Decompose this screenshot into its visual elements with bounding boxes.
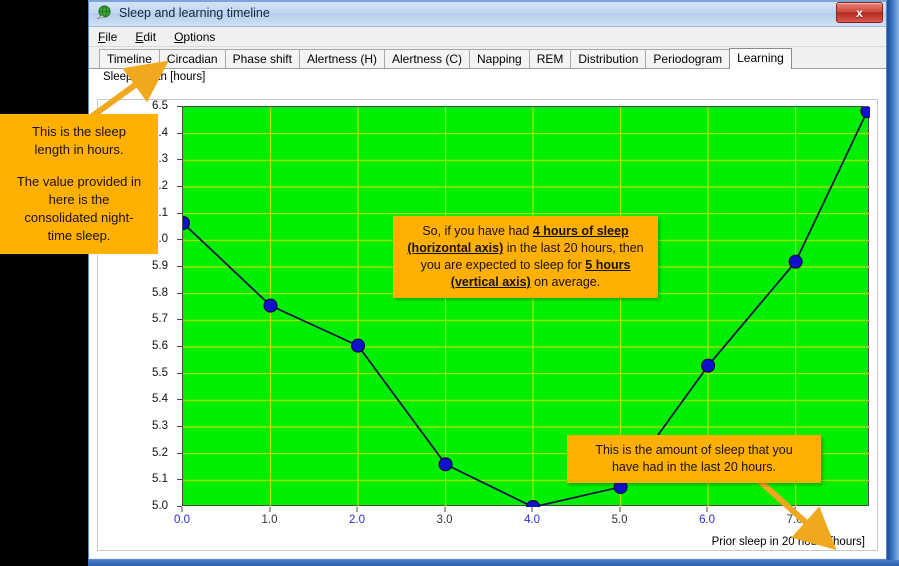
y-tick-mark <box>177 292 182 294</box>
y-tick-label: 5.3 <box>152 420 168 432</box>
y-tick-label: 5.9 <box>152 260 168 272</box>
tab-distribution[interactable]: Distribution <box>570 49 647 68</box>
x-tick-mark <box>444 507 446 512</box>
window-right-border <box>887 0 899 566</box>
x-axis-title: Prior sleep in 20 hours [hours] <box>711 536 865 548</box>
tab-alertness-h[interactable]: Alertness (H) <box>298 49 385 68</box>
x-tick-label: 7.0 <box>786 514 803 526</box>
callout-example-explanation: So, if you have had 4 hours of sleep (ho… <box>393 216 658 298</box>
callout-sleep-length: This is the sleep length in hours. The v… <box>0 114 158 254</box>
x-tick-label: 1.0 <box>261 514 278 526</box>
callout-left-line3: The value provided in <box>16 174 142 189</box>
y-tick-mark <box>177 399 182 401</box>
x-tick-mark <box>356 507 358 512</box>
tab-napping[interactable]: Napping <box>469 49 530 68</box>
window-top-border <box>88 0 887 2</box>
window-title: Sleep and learning timeline <box>119 6 270 20</box>
y-tick-mark <box>177 212 182 214</box>
x-tick-label: 0.0 <box>174 514 190 526</box>
tab-periodogram[interactable]: Periodogram <box>645 49 731 68</box>
menu-item-file[interactable]: File <box>96 29 119 45</box>
x-tick-mark <box>794 507 796 512</box>
y-tick-mark <box>177 266 182 267</box>
y-tick-mark <box>177 372 182 374</box>
callout-bottom-line2: have had in the last 20 hours. <box>611 460 776 474</box>
y-tick-mark <box>177 452 182 454</box>
x-tick-label: 4.0 <box>524 514 541 526</box>
y-tick-label: 5.8 <box>152 286 168 299</box>
y-axis-title: Sleep length [hours] <box>103 71 206 83</box>
menu-item-edit[interactable]: Edit <box>133 29 158 45</box>
callout-left-line2: length in hours. <box>34 142 124 157</box>
y-tick-label: 5.7 <box>152 313 168 326</box>
y-tick-label: 6.5 <box>152 100 168 112</box>
y-tick-mark <box>177 319 182 321</box>
x-tick-label: 2.0 <box>349 514 366 526</box>
close-button[interactable]: x <box>836 2 883 23</box>
callout-left-line4: here is the <box>48 192 110 207</box>
callout-center-p1: So, if you have had <box>422 224 533 238</box>
x-tick-label: 5.0 <box>611 514 628 526</box>
y-tick-mark <box>177 346 182 347</box>
y-tick-label: 5.1 <box>152 473 168 486</box>
callout-prior-sleep: This is the amount of sleep that you hav… <box>567 435 821 483</box>
callout-bottom-line1: This is the amount of sleep that you <box>595 443 793 457</box>
menu-item-options[interactable]: Options <box>172 29 217 45</box>
title-bar[interactable]: Sleep and learning timeline x <box>89 0 886 27</box>
callout-center-p3: on average. <box>530 275 601 289</box>
x-tick-mark <box>706 507 708 512</box>
y-tick-mark <box>177 479 182 481</box>
x-tick-mark <box>531 507 533 512</box>
globe-icon <box>95 4 113 22</box>
x-tick-mark <box>181 507 183 512</box>
tab-strip: Timeline Circadian Phase shift Alertness… <box>89 47 886 69</box>
tab-timeline[interactable]: Timeline <box>99 49 160 68</box>
y-tick-label: 5.0 <box>152 500 168 512</box>
tab-page-learning: Sleep length [hours] 5.0 5.1 5.2 5.3 5.4 5.5 5… <box>89 69 886 558</box>
x-tick-mark <box>619 507 621 512</box>
tab-rem[interactable]: REM <box>528 49 572 68</box>
chart-canvas: 5.0 5.1 5.2 5.3 5.4 5.5 5.6 5.7 5.8 5.9 6.0 6.1 6.2 6… <box>97 99 878 551</box>
callout-left-line1: This is the sleep <box>32 124 126 139</box>
y-tick-mark <box>177 239 182 241</box>
y-tick-mark <box>177 426 182 427</box>
callout-left-line6: time sleep. <box>47 228 111 243</box>
x-tick-mark <box>269 507 271 512</box>
tab-circadian[interactable]: Circadian <box>158 49 226 68</box>
tab-learning[interactable]: Learning <box>729 48 792 69</box>
x-tick-label: 6.0 <box>699 514 716 526</box>
y-tick-mark <box>177 106 182 107</box>
y-tick-mark <box>177 132 182 134</box>
y-tick-mark <box>177 159 182 161</box>
y-tick-mark <box>177 186 182 187</box>
y-tick-label: 5.4 <box>152 393 168 406</box>
y-tick-label: 5.6 <box>152 340 168 352</box>
x-tick-label: 3.0 <box>436 514 453 526</box>
y-tick-label: 5.2 <box>152 446 168 459</box>
window-bottom-border <box>88 560 899 566</box>
tab-alertness-c[interactable]: Alertness (C) <box>384 49 471 68</box>
y-tick-label: 5.5 <box>152 366 168 379</box>
tab-phase-shift[interactable]: Phase shift <box>224 49 300 68</box>
menu-bar: File Edit Options <box>89 27 886 47</box>
callout-left-line5: consolidated night- <box>24 210 134 225</box>
